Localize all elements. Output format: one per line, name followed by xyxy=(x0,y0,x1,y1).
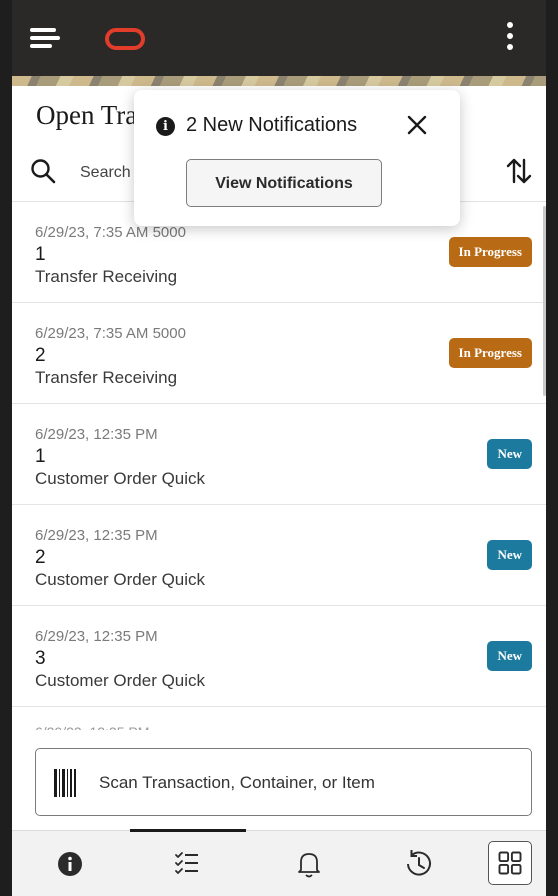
scan-area: Scan Transaction, Container, or Item xyxy=(12,730,546,830)
transaction-row[interactable]: 6/29/23, 12:35 PM 1 Customer Order Quick… xyxy=(12,404,546,505)
transaction-date: 6/29/23, 12:35 PM xyxy=(35,426,158,443)
view-notifications-button[interactable]: View Notifications xyxy=(186,159,382,207)
oracle-logo xyxy=(105,28,145,50)
status-badge: New xyxy=(487,439,532,469)
scan-input[interactable]: Scan Transaction, Container, or Item xyxy=(35,748,532,816)
transaction-date: 6/29/23, 7:35 AM 5000 xyxy=(35,325,186,342)
scan-placeholder: Scan Transaction, Container, or Item xyxy=(99,773,375,792)
transaction-number: 2 xyxy=(35,345,46,366)
transaction-number: 3 xyxy=(35,648,46,669)
kebab-menu-icon[interactable] xyxy=(504,22,516,52)
transaction-type: Customer Order Quick xyxy=(35,469,206,488)
transaction-row[interactable]: 6/29/23, 12:35 PM 3 Customer Order Quick… xyxy=(12,606,546,707)
history-icon[interactable] xyxy=(396,841,440,885)
bottom-navigation xyxy=(12,829,546,896)
transaction-type: Customer Order Quick xyxy=(35,570,206,589)
transaction-number: 1 xyxy=(35,244,46,265)
status-badge: In Progress xyxy=(448,237,532,267)
scrollbar[interactable] xyxy=(543,206,546,396)
info-icon xyxy=(156,117,175,136)
active-tab-indicator xyxy=(130,829,246,832)
transaction-number: 2 xyxy=(35,547,46,568)
transaction-type: Transfer Receiving xyxy=(35,267,178,286)
barcode-icon xyxy=(54,769,76,797)
close-icon[interactable] xyxy=(406,114,428,136)
hamburger-menu-icon[interactable] xyxy=(30,24,64,54)
search-input[interactable]: Search xyxy=(80,164,131,182)
status-badge: New xyxy=(487,540,532,570)
checklist-icon[interactable] xyxy=(165,841,209,885)
transaction-number: 1 xyxy=(35,446,46,467)
transaction-date: 6/29/23, 12:35 PM xyxy=(35,628,158,645)
status-badge: New xyxy=(487,641,532,671)
grid-icon[interactable] xyxy=(488,841,532,885)
notification-popover: 2 New Notifications View Notifications xyxy=(134,90,460,226)
bell-icon[interactable] xyxy=(287,841,331,885)
sort-icon[interactable] xyxy=(506,156,532,186)
search-icon[interactable] xyxy=(30,158,56,184)
transaction-date: 6/29/23, 12:35 PM xyxy=(35,527,158,544)
decorative-banner xyxy=(12,76,546,86)
top-bar xyxy=(12,0,546,76)
transaction-list: 6/29/23, 7:35 AM 5000 1 Transfer Receivi… xyxy=(12,202,546,730)
transaction-date: 6/29/23, 7:35 AM 5000 xyxy=(35,224,186,241)
transaction-type: Customer Order Quick xyxy=(35,671,206,690)
transaction-row[interactable]: 6/29/23, 12:35 PM 2 Customer Order Quick… xyxy=(12,505,546,606)
status-badge: In Progress xyxy=(448,338,532,368)
info-icon[interactable] xyxy=(48,841,92,885)
notification-title: 2 New Notifications xyxy=(186,114,358,136)
transaction-row[interactable]: 6/29/23, 7:35 AM 5000 2 Transfer Receivi… xyxy=(12,303,546,404)
transaction-type: Transfer Receiving xyxy=(35,368,178,387)
